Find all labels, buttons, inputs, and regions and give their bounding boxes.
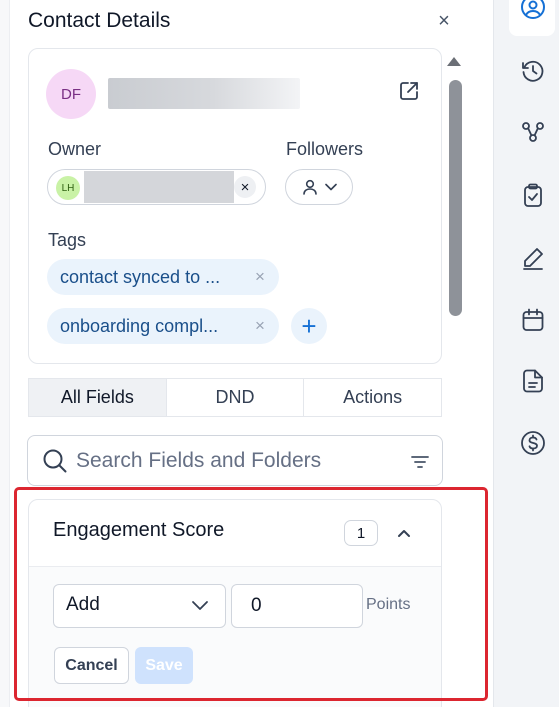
tag-remove-button[interactable]: × bbox=[251, 317, 269, 335]
tag-chip: onboarding compl... bbox=[47, 308, 279, 344]
owner-name-redacted bbox=[84, 171, 234, 203]
tab-all-fields[interactable]: All Fields bbox=[29, 379, 167, 416]
dollar-circle-icon[interactable] bbox=[520, 430, 546, 456]
user-circle-icon[interactable] bbox=[520, 0, 546, 26]
close-button[interactable]: × bbox=[434, 11, 454, 31]
add-tag-button[interactable]: + bbox=[291, 308, 327, 344]
contact-avatar: DF bbox=[46, 69, 96, 119]
clock-history-icon[interactable] bbox=[520, 58, 546, 84]
points-input[interactable] bbox=[231, 584, 363, 628]
owner-avatar: LH bbox=[56, 176, 80, 200]
scroll-up-arrow[interactable] bbox=[447, 57, 461, 66]
cancel-button[interactable]: Cancel bbox=[54, 647, 129, 684]
user-icon bbox=[303, 179, 317, 195]
owner-remove-button[interactable]: × bbox=[234, 176, 256, 198]
external-link-icon[interactable] bbox=[398, 80, 420, 102]
count-badge: 1 bbox=[344, 520, 378, 546]
document-icon[interactable] bbox=[520, 368, 546, 394]
points-label: Points bbox=[366, 596, 411, 613]
engagement-score-title: Engagement Score bbox=[53, 519, 225, 541]
followers-button[interactable] bbox=[285, 169, 353, 205]
followers-label: Followers bbox=[286, 139, 364, 159]
panel-edge bbox=[0, 0, 10, 707]
tag-chip: contact synced to ... bbox=[47, 259, 279, 295]
workflow-icon[interactable] bbox=[520, 119, 546, 145]
filter-icon[interactable] bbox=[410, 454, 430, 470]
tag-text: contact synced to ... bbox=[60, 266, 221, 287]
right-rail bbox=[494, 0, 559, 707]
tab-dnd[interactable]: DND bbox=[167, 379, 305, 416]
chevron-down-icon bbox=[325, 183, 337, 191]
pen-icon[interactable] bbox=[520, 245, 546, 271]
contact-details-panel: Contact Details × DF Owner Followers LH … bbox=[0, 0, 494, 707]
calendar-icon[interactable] bbox=[520, 307, 546, 333]
search-icon bbox=[43, 449, 67, 473]
clipboard-check-icon[interactable] bbox=[520, 182, 546, 208]
chevron-down-icon bbox=[192, 601, 208, 610]
save-button[interactable]: Save bbox=[135, 647, 193, 684]
search-input[interactable] bbox=[76, 446, 396, 476]
tab-actions[interactable]: Actions bbox=[304, 379, 441, 416]
tags-label: Tags bbox=[48, 230, 87, 250]
contact-name-redacted bbox=[108, 78, 300, 109]
panel-title: Contact Details bbox=[28, 9, 171, 32]
owner-label: Owner bbox=[48, 139, 102, 159]
operation-value: Add bbox=[66, 594, 100, 615]
scrollbar-thumb[interactable] bbox=[449, 80, 462, 316]
tag-text: onboarding compl... bbox=[60, 315, 219, 336]
chevron-up-icon[interactable] bbox=[395, 524, 413, 542]
tag-remove-button[interactable]: × bbox=[251, 268, 269, 286]
field-tabs: All Fields DND Actions bbox=[28, 378, 442, 417]
